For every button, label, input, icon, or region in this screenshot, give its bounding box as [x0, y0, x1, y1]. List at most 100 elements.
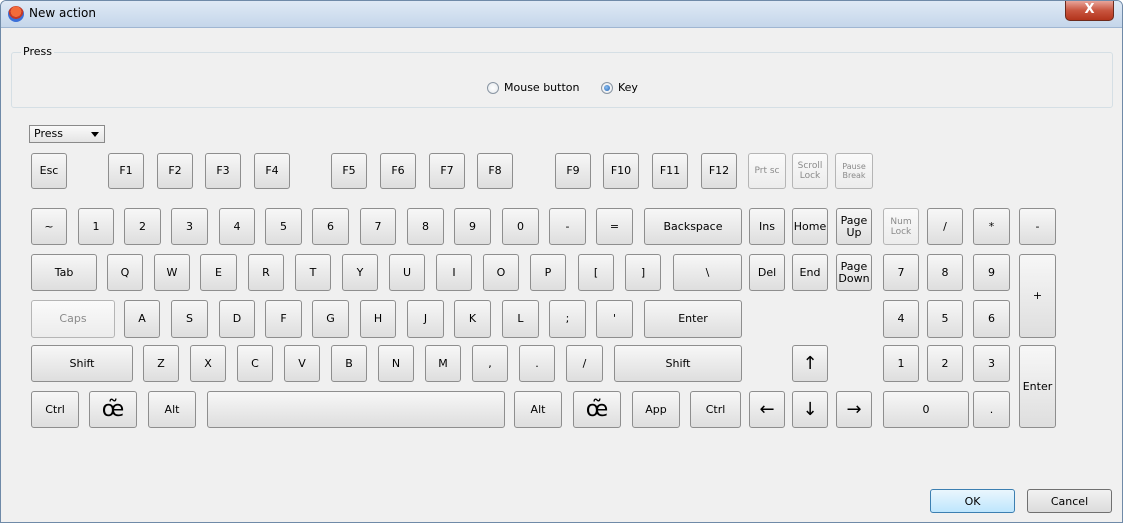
key-equals[interactable]: =: [596, 208, 633, 245]
key-shift-right[interactable]: Shift: [614, 345, 742, 382]
key-numpad-0[interactable]: 0: [883, 391, 969, 428]
key-space[interactable]: [207, 391, 505, 428]
key-l[interactable]: L: [502, 300, 539, 338]
key-4[interactable]: 4: [219, 208, 255, 245]
key-v[interactable]: V: [284, 345, 320, 382]
key-f5[interactable]: F5: [331, 153, 367, 189]
key-numpad-8[interactable]: 8: [927, 254, 963, 291]
key-5[interactable]: 5: [265, 208, 302, 245]
key-2[interactable]: 2: [124, 208, 161, 245]
key-enter[interactable]: Enter: [644, 300, 742, 338]
key-f3[interactable]: F3: [205, 153, 241, 189]
key-radio[interactable]: Key: [601, 81, 638, 94]
key-semicolon[interactable]: ;: [549, 300, 586, 338]
key-f4[interactable]: F4: [254, 153, 290, 189]
key-s[interactable]: S: [171, 300, 208, 338]
key-backslash[interactable]: \: [673, 254, 742, 291]
key-6[interactable]: 6: [312, 208, 349, 245]
key-8[interactable]: 8: [407, 208, 444, 245]
key-numpad-7[interactable]: 7: [883, 254, 919, 291]
key-b[interactable]: B: [331, 345, 367, 382]
arrow-right-icon[interactable]: →: [836, 391, 872, 428]
windows-key-left-icon[interactable]: œ̃: [89, 391, 137, 428]
key-q[interactable]: Q: [107, 254, 143, 291]
key-quote[interactable]: ': [596, 300, 633, 338]
key-numpad-4[interactable]: 4: [883, 300, 919, 338]
key-d[interactable]: D: [219, 300, 255, 338]
key-c[interactable]: C: [237, 345, 273, 382]
key-minus[interactable]: -: [549, 208, 586, 245]
key-right-bracket[interactable]: ]: [625, 254, 661, 291]
key-home[interactable]: Home: [792, 208, 828, 245]
key-m[interactable]: M: [425, 345, 461, 382]
key-end[interactable]: End: [792, 254, 828, 291]
key-left-bracket[interactable]: [: [578, 254, 614, 291]
key-9[interactable]: 9: [454, 208, 491, 245]
key-numpad-multiply[interactable]: *: [973, 208, 1010, 245]
key-a[interactable]: A: [124, 300, 160, 338]
key-z[interactable]: Z: [143, 345, 179, 382]
key-u[interactable]: U: [389, 254, 425, 291]
key-app[interactable]: App: [632, 391, 680, 428]
key-insert[interactable]: Ins: [749, 208, 785, 245]
key-numpad-1[interactable]: 1: [883, 345, 919, 382]
key-f6[interactable]: F6: [380, 153, 416, 189]
key-3[interactable]: 3: [171, 208, 208, 245]
key-numpad-enter[interactable]: Enter: [1019, 345, 1056, 428]
key-slash[interactable]: /: [566, 345, 603, 382]
key-f9[interactable]: F9: [555, 153, 591, 189]
key-tab[interactable]: Tab: [31, 254, 97, 291]
key-numpad-3[interactable]: 3: [973, 345, 1010, 382]
key-numpad-minus[interactable]: -: [1019, 208, 1056, 245]
key-0[interactable]: 0: [502, 208, 539, 245]
key-ctrl-right[interactable]: Ctrl: [690, 391, 741, 428]
key-numpad-plus[interactable]: +: [1019, 254, 1056, 338]
key-alt-left[interactable]: Alt: [148, 391, 196, 428]
key-f11[interactable]: F11: [652, 153, 688, 189]
key-numpad-5[interactable]: 5: [927, 300, 963, 338]
key-alt-right[interactable]: Alt: [514, 391, 562, 428]
key-f7[interactable]: F7: [429, 153, 465, 189]
key-period[interactable]: .: [519, 345, 555, 382]
key-g[interactable]: G: [312, 300, 349, 338]
key-backspace[interactable]: Backspace: [644, 208, 742, 245]
key-h[interactable]: H: [360, 300, 396, 338]
key-f[interactable]: F: [265, 300, 302, 338]
key-i[interactable]: I: [436, 254, 472, 291]
key-tilde[interactable]: ~: [31, 208, 67, 245]
key-delete[interactable]: Del: [749, 254, 785, 291]
key-r[interactable]: R: [248, 254, 284, 291]
key-p[interactable]: P: [530, 254, 566, 291]
key-numpad-6[interactable]: 6: [973, 300, 1010, 338]
key-7[interactable]: 7: [360, 208, 396, 245]
windows-key-right-icon[interactable]: œ̃: [573, 391, 621, 428]
key-w[interactable]: W: [154, 254, 190, 291]
key-n[interactable]: N: [378, 345, 414, 382]
key-t[interactable]: T: [295, 254, 331, 291]
key-numpad-9[interactable]: 9: [973, 254, 1010, 291]
key-f10[interactable]: F10: [603, 153, 639, 189]
arrow-down-icon[interactable]: ↓: [792, 391, 828, 428]
key-x[interactable]: X: [190, 345, 226, 382]
action-type-dropdown[interactable]: Press: [29, 125, 105, 143]
key-k[interactable]: K: [454, 300, 491, 338]
key-numpad-decimal[interactable]: .: [973, 391, 1010, 428]
arrow-left-icon[interactable]: ←: [749, 391, 785, 428]
key-page-up[interactable]: Page Up: [836, 208, 872, 245]
close-button[interactable]: X: [1065, 1, 1114, 21]
cancel-button[interactable]: Cancel: [1027, 489, 1112, 513]
key-f2[interactable]: F2: [157, 153, 193, 189]
mouse-button-radio[interactable]: Mouse button: [487, 81, 579, 94]
key-o[interactable]: O: [483, 254, 519, 291]
key-shift-left[interactable]: Shift: [31, 345, 133, 382]
key-f1[interactable]: F1: [108, 153, 144, 189]
key-e[interactable]: E: [200, 254, 237, 291]
key-page-down[interactable]: Page Down: [836, 254, 872, 291]
key-comma[interactable]: ,: [472, 345, 508, 382]
key-f8[interactable]: F8: [477, 153, 513, 189]
arrow-up-icon[interactable]: ↑: [792, 345, 828, 382]
key-esc[interactable]: Esc: [31, 153, 67, 189]
key-f12[interactable]: F12: [701, 153, 737, 189]
key-ctrl-left[interactable]: Ctrl: [31, 391, 79, 428]
key-numpad-divide[interactable]: /: [927, 208, 963, 245]
